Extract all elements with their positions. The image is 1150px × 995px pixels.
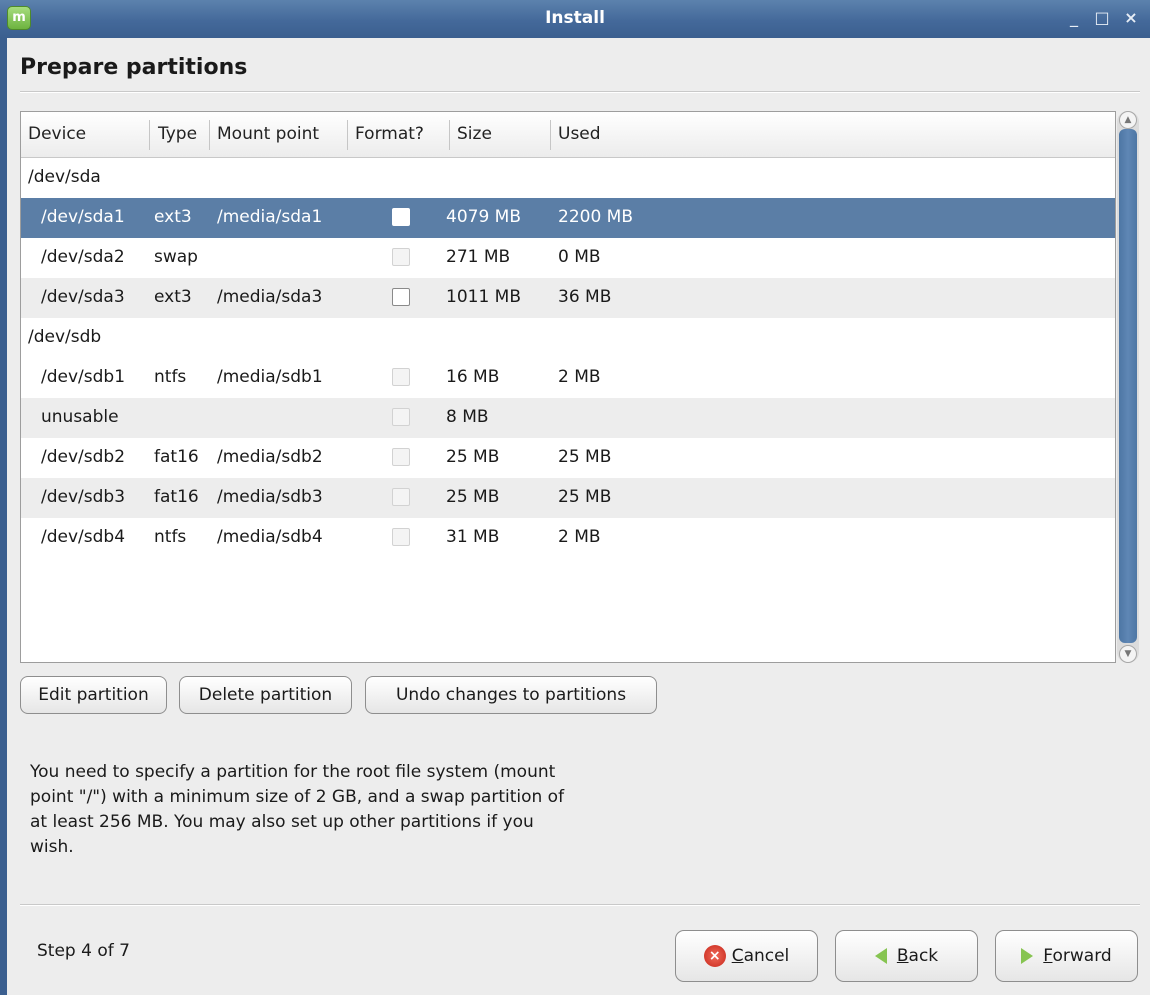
used-cell: 0 MB <box>558 247 601 267</box>
size-cell: 4079 MB <box>446 207 521 227</box>
minimize-button[interactable]: _ <box>1064 8 1084 27</box>
mount-cell: /media/sda1 <box>217 207 323 227</box>
back-label: Back <box>896 946 939 966</box>
column-divider[interactable] <box>149 120 150 150</box>
used-cell: 2 MB <box>558 367 601 387</box>
mount-cell: /media/sdb3 <box>217 487 323 507</box>
format-checkbox[interactable] <box>392 208 410 226</box>
device-cell: unusable <box>41 407 119 427</box>
forward-arrow-icon <box>1021 948 1034 964</box>
partition-row[interactable]: unusable 8 MB <box>21 398 1115 438</box>
column-header-device[interactable]: Device <box>28 124 86 144</box>
forward-label: Forward <box>1043 946 1112 966</box>
type-cell: ext3 <box>154 207 192 227</box>
column-divider[interactable] <box>550 120 551 150</box>
used-cell: 2200 MB <box>558 207 633 227</box>
column-header-used[interactable]: Used <box>558 124 601 144</box>
column-header-format[interactable]: Format? <box>355 124 424 144</box>
column-divider[interactable] <box>347 120 348 150</box>
used-cell: 25 MB <box>558 487 612 507</box>
size-cell: 31 MB <box>446 527 500 547</box>
partition-requirements-text: You need to specify a partition for the … <box>30 762 565 857</box>
type-cell: swap <box>154 247 198 267</box>
maximize-button[interactable]: □ <box>1092 8 1112 27</box>
device-cell: /dev/sdb1 <box>41 367 126 387</box>
header-divider <box>20 91 1140 93</box>
back-arrow-icon <box>874 948 887 964</box>
column-divider[interactable] <box>449 120 450 150</box>
used-cell: 2 MB <box>558 527 601 547</box>
partition-row[interactable]: /dev/sdb1 ntfs/media/sdb1 16 MB 2 MB <box>21 358 1115 398</box>
size-cell: 25 MB <box>446 487 500 507</box>
installer-content: Prepare partitions Device Type Mount poi… <box>7 38 1150 995</box>
title-bar[interactable]: m Install _ □ × <box>0 0 1150 39</box>
scroll-down-arrow-icon[interactable]: ▼ <box>1119 645 1137 663</box>
window-title: Install <box>545 8 605 28</box>
mount-cell: /media/sda3 <box>217 287 323 307</box>
edit-partition-button[interactable]: Edit partition <box>20 676 167 714</box>
used-cell: 25 MB <box>558 447 612 467</box>
device-cell: /dev/sdb4 <box>41 527 126 547</box>
table-header: Device Type Mount point Format? Size Use… <box>21 112 1115 158</box>
size-cell: 8 MB <box>446 407 489 427</box>
column-header-type[interactable]: Type <box>158 124 197 144</box>
cancel-label: Cancel <box>731 946 790 966</box>
page-title: Prepare partitions <box>20 55 248 80</box>
partition-table: Device Type Mount point Format? Size Use… <box>20 111 1116 663</box>
partition-row[interactable]: /dev/sdb4 ntfs/media/sdb4 31 MB 2 MB <box>21 518 1115 558</box>
format-checkbox[interactable] <box>392 368 410 386</box>
size-cell: 271 MB <box>446 247 511 267</box>
partition-row[interactable]: /dev/sdb2 fat16/media/sdb2 25 MB 25 MB <box>21 438 1115 478</box>
delete-partition-button[interactable]: Delete partition <box>179 676 352 714</box>
device-cell: /dev/sdb2 <box>41 447 126 467</box>
disk-device-cell: /dev/sda <box>28 167 101 187</box>
disk-row[interactable]: /dev/sda <box>21 158 1115 198</box>
type-cell: fat16 <box>154 487 199 507</box>
disk-row[interactable]: /dev/sdb <box>21 318 1115 358</box>
cancel-icon: × <box>703 945 726 967</box>
undo-changes-button[interactable]: Undo changes to partitions <box>365 676 657 714</box>
table-scrollbar[interactable]: ▲ ▼ <box>1117 111 1139 663</box>
format-checkbox[interactable] <box>392 288 410 306</box>
type-cell: ext3 <box>154 287 192 307</box>
scrollbar-thumb[interactable] <box>1119 129 1137 643</box>
format-checkbox[interactable] <box>392 488 410 506</box>
size-cell: 1011 MB <box>446 287 521 307</box>
type-cell: ntfs <box>154 527 187 547</box>
mount-cell: /media/sdb2 <box>217 447 323 467</box>
size-cell: 16 MB <box>446 367 500 387</box>
mount-cell: /media/sdb4 <box>217 527 323 547</box>
device-cell: /dev/sdb3 <box>41 487 126 507</box>
device-cell: /dev/sda1 <box>41 207 125 227</box>
partition-row[interactable]: /dev/sda2 swap 271 MB 0 MB <box>21 238 1115 278</box>
partition-row[interactable]: /dev/sda3 ext3/media/sda3 1011 MB 36 MB <box>21 278 1115 318</box>
type-cell: fat16 <box>154 447 199 467</box>
cancel-button[interactable]: × Cancel <box>675 930 818 982</box>
partition-row[interactable]: /dev/sdb3 fat16/media/sdb3 25 MB 25 MB <box>21 478 1115 518</box>
format-checkbox[interactable] <box>392 248 410 266</box>
partition-row[interactable]: /dev/sda1 ext3/media/sda1 4079 MB 2200 MB <box>21 198 1115 238</box>
close-button[interactable]: × <box>1121 8 1141 27</box>
format-checkbox[interactable] <box>392 408 410 426</box>
used-cell: 36 MB <box>558 287 612 307</box>
size-cell: 25 MB <box>446 447 500 467</box>
step-indicator: Step 4 of 7 <box>37 941 130 961</box>
column-header-mount-point[interactable]: Mount point <box>217 124 319 144</box>
column-divider[interactable] <box>209 120 210 150</box>
disk-device-cell: /dev/sdb <box>28 327 102 347</box>
device-cell: /dev/sda2 <box>41 247 125 267</box>
device-cell: /dev/sda3 <box>41 287 125 307</box>
column-header-size[interactable]: Size <box>457 124 492 144</box>
window-border <box>0 38 7 995</box>
scroll-up-arrow-icon[interactable]: ▲ <box>1119 111 1137 129</box>
mount-cell: /media/sdb1 <box>217 367 323 387</box>
format-checkbox[interactable] <box>392 448 410 466</box>
back-button[interactable]: Back <box>835 930 978 982</box>
footer-divider <box>20 904 1140 906</box>
type-cell: ntfs <box>154 367 187 387</box>
format-checkbox[interactable] <box>392 528 410 546</box>
forward-button[interactable]: Forward <box>995 930 1138 982</box>
